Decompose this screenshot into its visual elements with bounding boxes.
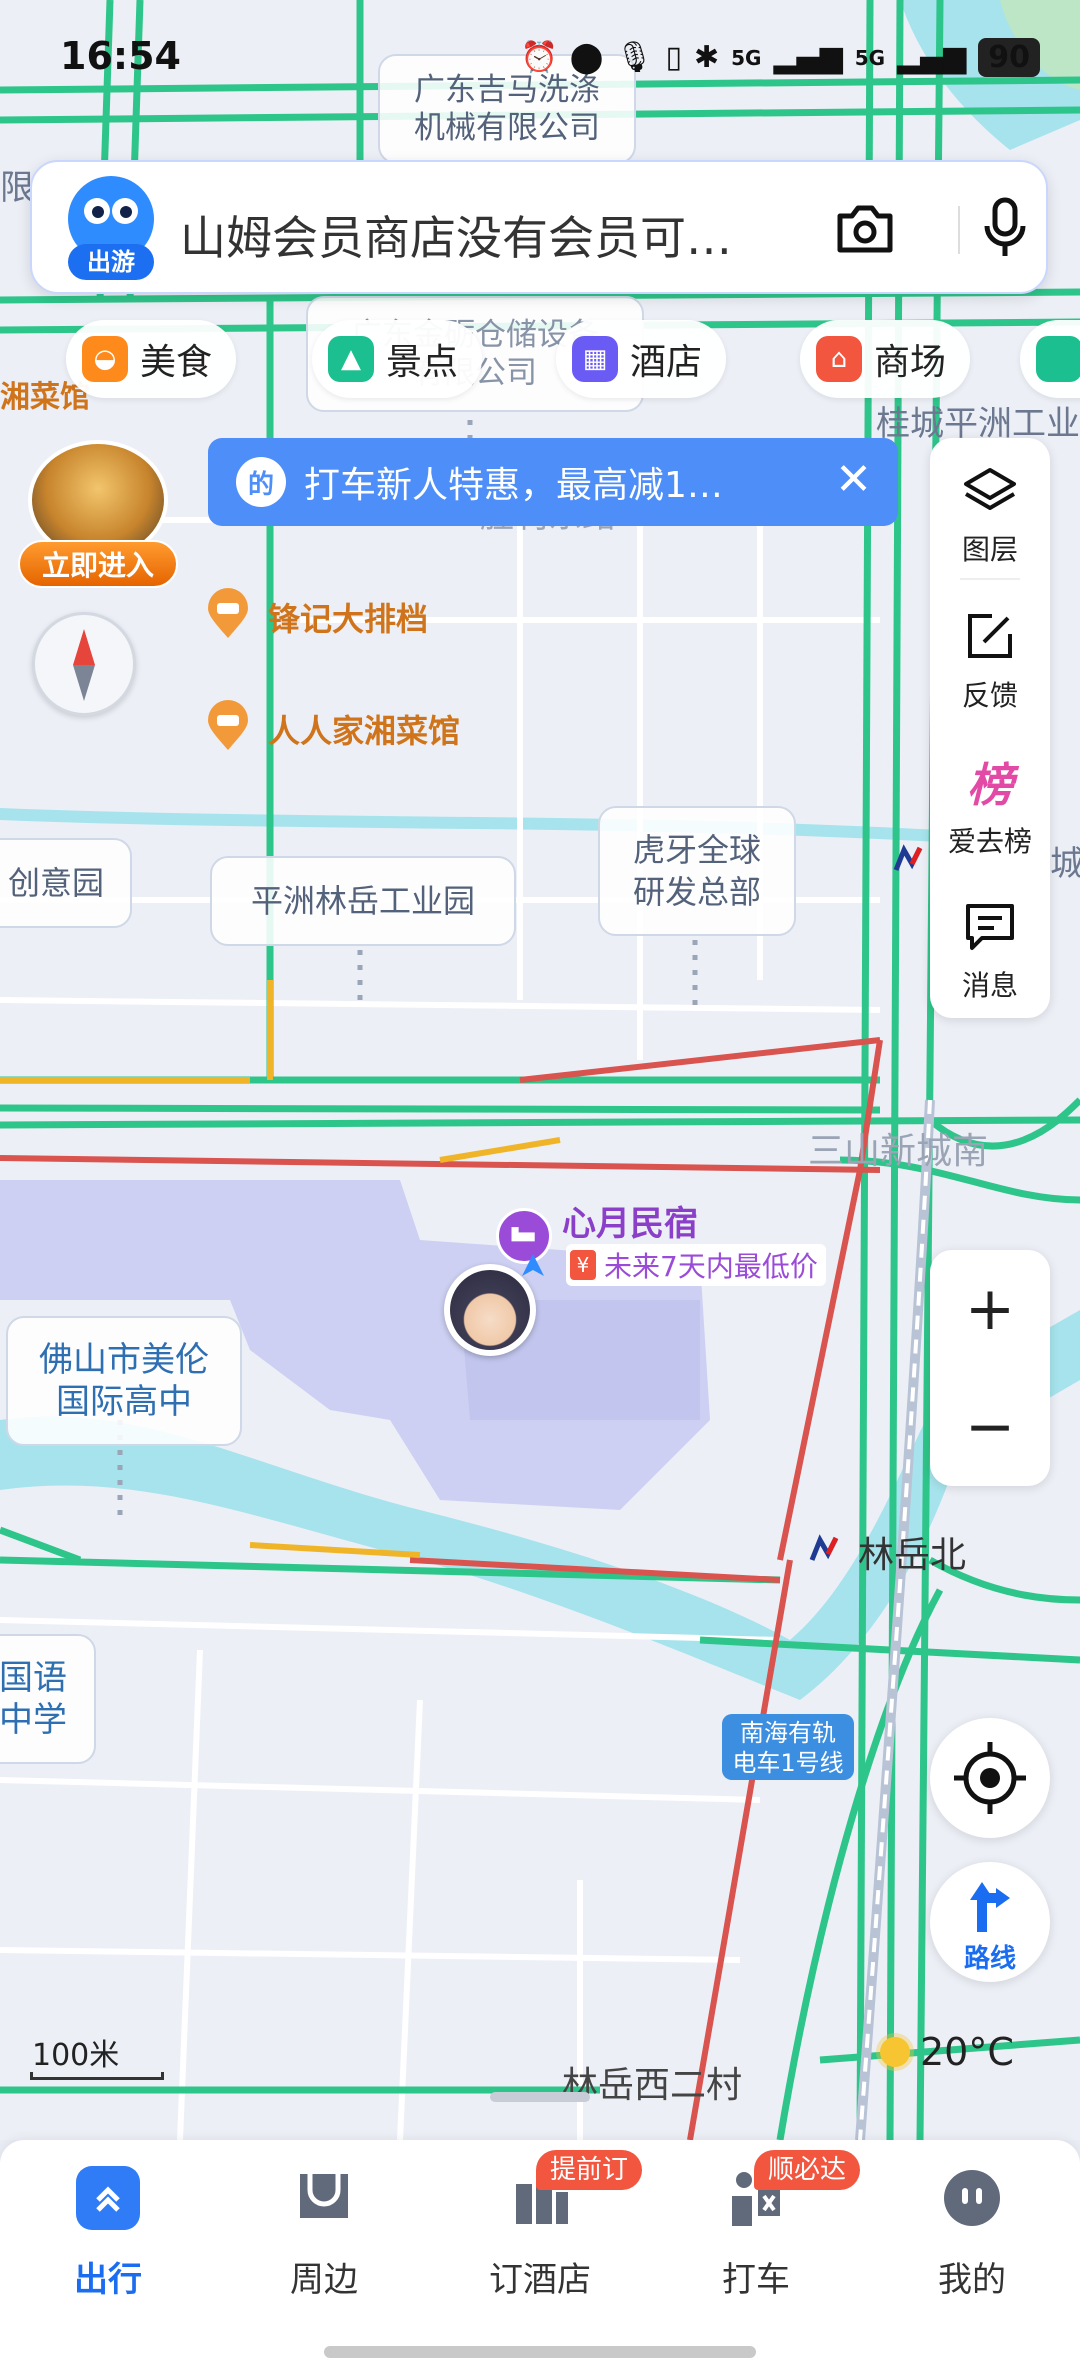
taxi-logo-icon: 的: [236, 457, 286, 507]
mic-icon: 🎙: [615, 40, 654, 75]
weather-widget[interactable]: 20°C: [880, 2030, 1014, 2074]
map-card-chuangyi[interactable]: 创意园: [0, 838, 132, 928]
zoom-control: + −: [930, 1250, 1050, 1486]
location-icon: ⬤: [569, 40, 604, 75]
search-divider: [958, 206, 960, 254]
nav-nearby[interactable]: 周边: [224, 2140, 424, 2330]
poi-hotel-name[interactable]: 心月民宿: [562, 1196, 698, 1245]
price-tag-icon: ¥: [570, 1250, 596, 1280]
network-label-1: 5G: [731, 45, 762, 70]
close-icon[interactable]: ✕: [835, 454, 872, 505]
restaurant-pin-icon[interactable]: [206, 700, 250, 752]
hotel-price-tag[interactable]: ¥ 未来7天内最低价: [566, 1244, 826, 1286]
poi-fengji[interactable]: 锋记大排档: [268, 594, 428, 640]
tool-ranking[interactable]: 榜 爱去榜: [930, 730, 1050, 870]
map-label-left-edge: 限: [0, 168, 34, 208]
promo-text: 打车新人特惠，最高减1…: [304, 465, 723, 506]
tool-feedback[interactable]: 反馈: [930, 584, 1050, 724]
game-enter-button[interactable]: 立即进入: [18, 540, 178, 588]
profile-icon: [944, 2170, 1000, 2226]
category-scenic[interactable]: ▲ 景点: [312, 320, 483, 398]
tool-layers[interactable]: 图层: [930, 438, 1050, 578]
nav-badge-hotel: 提前订: [536, 2150, 643, 2190]
tram-line-label[interactable]: 南海有轨 电车1号线: [722, 1714, 854, 1780]
tool-message[interactable]: 消息: [930, 874, 1050, 1014]
mascot-tag[interactable]: 出游: [68, 244, 154, 280]
temperature: 20°C: [920, 2030, 1014, 2074]
food-icon: ◒: [82, 336, 128, 382]
map-card-pingzhou[interactable]: 平洲林岳工业园: [210, 856, 516, 946]
bluetooth-icon: ✱: [693, 40, 720, 75]
map-card-huya[interactable]: 虎牙全球 研发总部: [598, 806, 796, 936]
zoom-in-button[interactable]: +: [930, 1250, 1050, 1368]
map-label-linyuebei: 林岳北: [858, 1535, 967, 1576]
promo-banner[interactable]: 的 打车新人特惠，最高减1… ✕: [208, 438, 898, 526]
category-mall[interactable]: ⌂ 商场: [800, 320, 971, 398]
locate-button[interactable]: [930, 1718, 1050, 1838]
zoom-out-button[interactable]: −: [930, 1368, 1050, 1486]
metro-icon[interactable]: [808, 1532, 842, 1566]
direction-arrow-icon: [522, 1254, 544, 1276]
category-hotel[interactable]: ▦ 酒店: [556, 320, 727, 398]
status-icons: ⏰ ⬤ 🎙 ▯ ✱ 5G ▂▄▆ 5G ▂▄▆ 90: [520, 38, 1040, 77]
map-label-sanshan: 三山新城南: [808, 1131, 989, 1172]
metro-icon[interactable]: [892, 842, 926, 876]
drag-handle[interactable]: [490, 2092, 590, 2102]
travel-icon: [76, 2166, 140, 2230]
feedback-icon: [968, 614, 1012, 658]
nav-badge-taxi: 顺必达: [754, 2150, 861, 2190]
scale-label: 100米: [32, 2038, 120, 2073]
more-category-icon: [1036, 336, 1080, 382]
bottom-nav: 出行 周边 订酒店 提前订 打车 顺必达 我的: [0, 2140, 1080, 2376]
map-tools-panel: 图层 反馈 榜 爱去榜 消息: [930, 438, 1050, 1018]
voice-mic-icon[interactable]: [982, 196, 1028, 260]
home-indicator[interactable]: [324, 2346, 756, 2358]
signal-icon: ▂▄▆: [897, 40, 967, 75]
status-bar: 16:54 ⏰ ⬤ 🎙 ▯ ✱ 5G ▂▄▆ 5G ▂▄▆ 90: [0, 0, 1080, 110]
compass-icon[interactable]: [32, 612, 136, 716]
search-bar[interactable]: 出游 山姆会员商店没有会员可…: [30, 160, 1048, 294]
map-label-linyuexi: 林岳西二村: [562, 2065, 743, 2106]
nav-profile[interactable]: 我的: [872, 2140, 1072, 2330]
alarm-icon: ⏰: [520, 40, 558, 75]
nav-travel[interactable]: 出行: [8, 2140, 208, 2330]
signal-icon: ▂▄▆: [773, 40, 843, 75]
poi-renren[interactable]: 人人家湘菜馆: [268, 706, 460, 752]
category-food[interactable]: ◒ 美食: [66, 320, 237, 398]
layers-icon: [964, 468, 1016, 510]
map-card-meilun[interactable]: 佛山市美伦 国际高中: [6, 1316, 242, 1446]
message-icon: [966, 904, 1014, 950]
map-label-cheng: 城: [1050, 844, 1080, 884]
scale-bar: [30, 2072, 164, 2080]
mall-icon: ⌂: [816, 336, 862, 382]
hotel-icon: ▦: [572, 336, 618, 382]
locate-icon: [954, 1742, 1026, 1814]
search-input[interactable]: 山姆会员商店没有会员可…: [180, 202, 732, 268]
network-label-2: 5G: [854, 45, 886, 70]
ranking-icon: 榜: [967, 758, 1013, 812]
sun-icon: [880, 2037, 910, 2067]
scenic-icon: ▲: [328, 336, 374, 382]
camera-icon[interactable]: [834, 200, 896, 256]
restaurant-pin-icon[interactable]: [206, 588, 250, 640]
battery-indicator: 90: [978, 38, 1040, 77]
game-entry[interactable]: 立即进入: [18, 440, 178, 590]
vibrate-icon: ▯: [665, 40, 682, 75]
route-button[interactable]: 路线: [930, 1862, 1050, 1982]
route-icon: [970, 1882, 1010, 1932]
map-card-guoyu[interactable]: 国语 中学: [0, 1634, 96, 1764]
nearby-icon: [300, 2174, 348, 2218]
status-time: 16:54: [60, 34, 181, 78]
